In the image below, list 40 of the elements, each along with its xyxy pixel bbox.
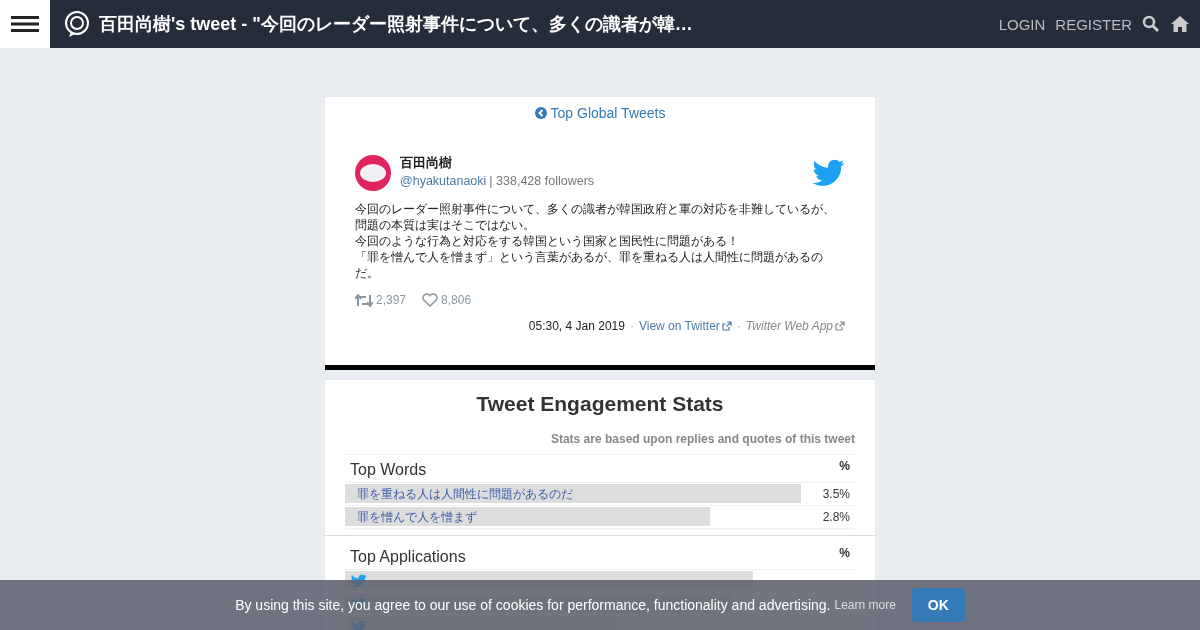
section-title: Top Applications: [350, 548, 466, 566]
source-link[interactable]: Twitter Web App: [745, 319, 845, 333]
word-link[interactable]: 罪を重ねる人は人間性に問題があるのだ: [351, 485, 573, 503]
bird-icon: [813, 159, 845, 187]
external-link-icon: [721, 321, 732, 331]
share-value: 3.5%: [821, 487, 851, 501]
menu-icon: [11, 15, 39, 33]
column-header: %: [839, 546, 850, 562]
heart-icon: [422, 293, 439, 307]
top-tweets-link[interactable]: Top Global Tweets: [534, 105, 666, 121]
external-link-icon: [835, 321, 845, 331]
home-icon[interactable]: [1170, 15, 1190, 33]
menu-button[interactable]: [0, 0, 50, 48]
learn-more-link[interactable]: Learn more: [834, 598, 896, 612]
avatar: [355, 155, 391, 191]
stats-note: Stats are based upon replies and quotes of this tweet: [345, 432, 855, 455]
nav-link[interactable]: LOGIN: [998, 15, 1046, 33]
like-count: 8,806: [422, 293, 472, 307]
stats-title: Tweet Engagement Stats: [475, 392, 725, 416]
view-on-twitter-link[interactable]: View on Twitter: [638, 319, 732, 333]
page-title: 百田尚樹's tweet - "今回のレーダー照射事件について、多くの識者が韓…: [99, 13, 693, 36]
search-icon[interactable]: [1142, 15, 1160, 33]
ok-button[interactable]: OK: [911, 588, 965, 622]
logo-icon: [63, 10, 91, 38]
retweet-icon: [355, 293, 373, 307]
author-handle[interactable]: @hyakutanaoki: [400, 174, 487, 188]
retweet-count: 2,397: [355, 293, 407, 307]
section-title: Top Words: [350, 461, 427, 479]
cookie-text: By using this site, you agree to our use of cookies for performance, functionality and advertising.: [235, 597, 831, 613]
back-arrow-icon: [534, 107, 547, 119]
author-name: 百田尚樹: [400, 154, 453, 172]
share-value: 2.8%: [821, 510, 851, 524]
tweet-time: 05:30, 4 Jan 2019: [528, 319, 625, 333]
nav-link[interactable]: REGISTER: [1055, 15, 1132, 33]
word-link[interactable]: 罪を憎んで人を憎まず: [351, 508, 477, 526]
follower-count: | 338,428 followers: [489, 174, 595, 188]
tweet-text: 今回のレーダー照射事件について、多くの識者が韓国政府と軍の対応を非難しているが、 問題の本質は実はそこではない。 今回のような行為と対応をする韓国という国家と国民性に問題がある！ 「罪を憎んで人を憎まず」という言葉があるが、罪を重ねる人は人間性に問題があるの だ。: [355, 201, 836, 281]
separator: ·: [736, 319, 741, 333]
separator: ·: [629, 319, 634, 333]
column-header: %: [839, 459, 850, 475]
